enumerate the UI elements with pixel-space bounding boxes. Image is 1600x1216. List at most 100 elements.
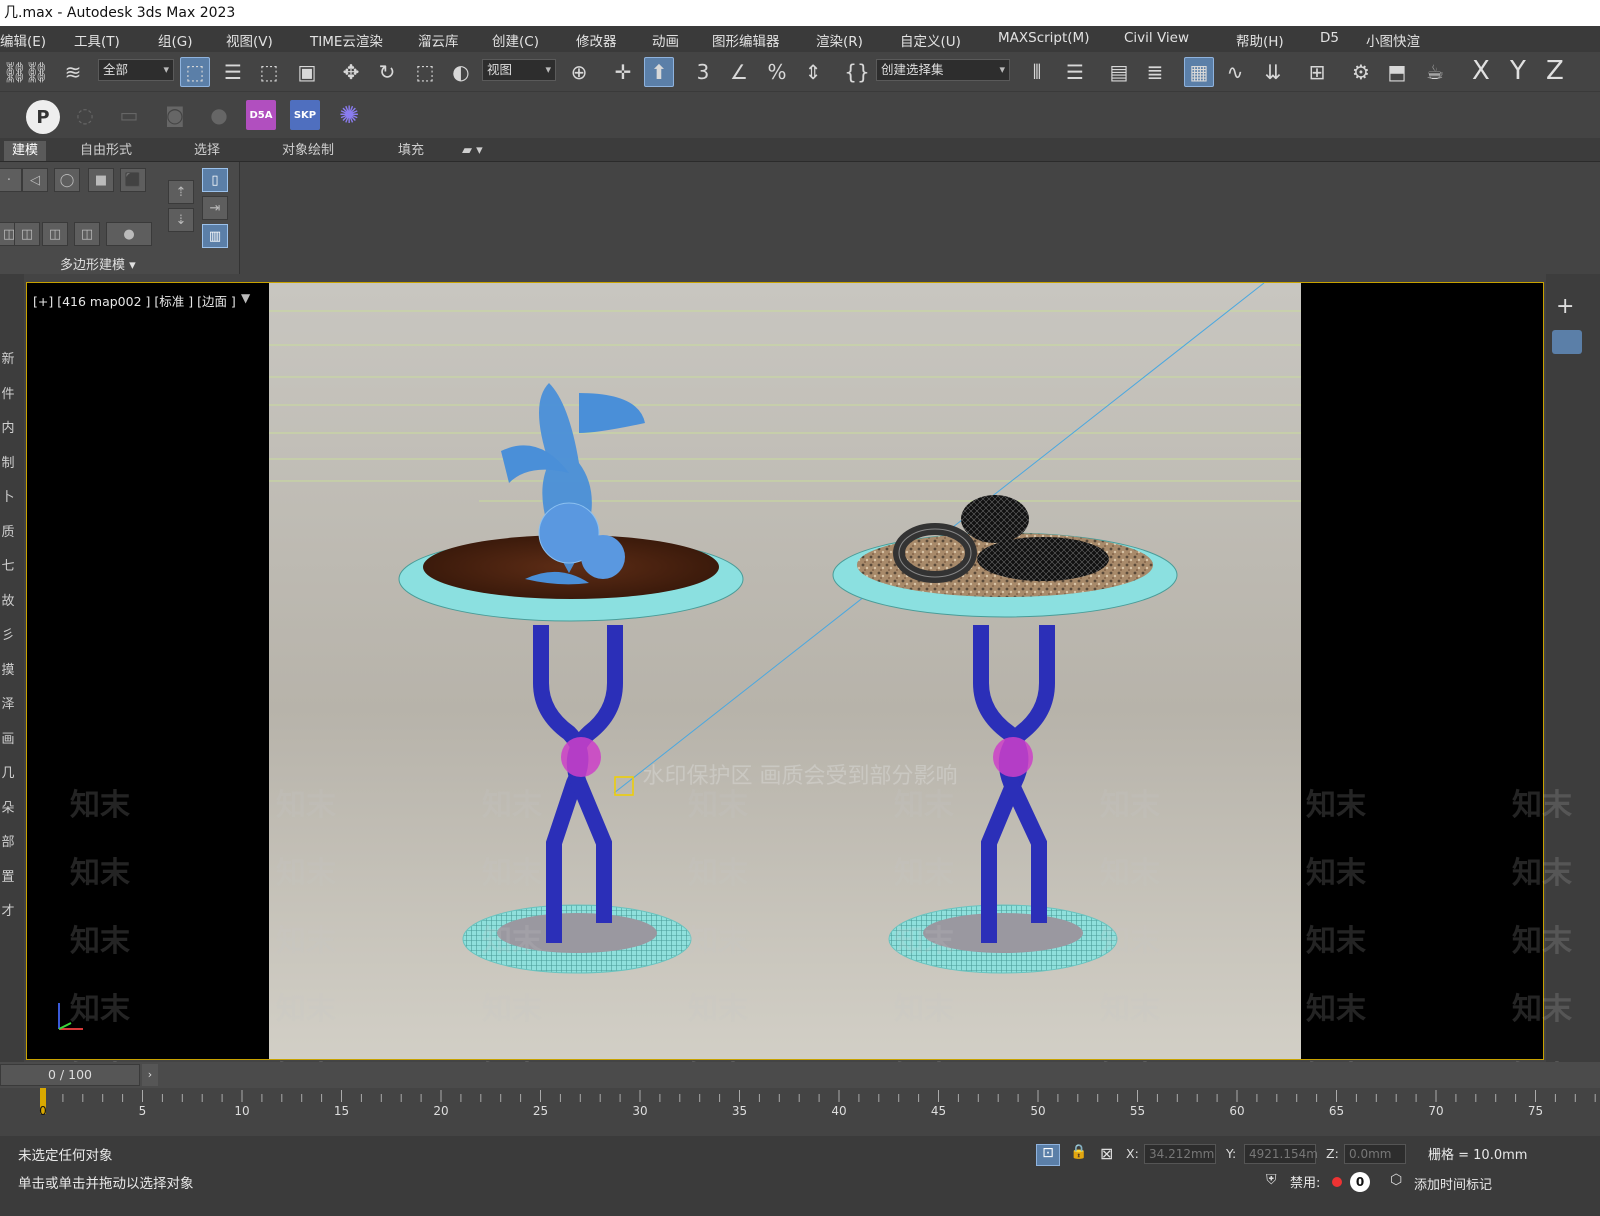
named-selection-dropdown[interactable]: 创建选择集 [876,59,1010,81]
refresh-icon[interactable]: ◌ [70,100,100,130]
constraints-icon[interactable]: ⇥ [202,196,228,220]
polygon-mode-icon[interactable]: ■ [88,168,114,192]
ignore-backfacing-icon[interactable]: ▥ [202,224,228,248]
d5a-plugin-icon[interactable]: D5A [246,100,276,130]
menu-item-1[interactable]: 工具(T) [74,30,120,50]
select-manipulate-icon[interactable]: ✛ [608,57,638,87]
menu-item-15[interactable]: D5 [1320,30,1339,46]
left-panel-item[interactable]: 摸 [0,659,16,678]
x-coord-field[interactable]: 34.212mm [1144,1144,1216,1164]
edit-poly-icon[interactable]: ◫ [14,222,40,246]
collapse-stack-icon[interactable]: ◫ [42,222,68,246]
keyboard-shortcut-override-icon[interactable]: ⬆ [644,57,674,87]
left-panel-item[interactable]: 置 [0,866,16,885]
viewport-filter-icon[interactable]: ▼ [241,291,250,305]
plugin-p-icon[interactable]: P [26,100,60,134]
isolate-selection-icon[interactable]: ⊡ [1036,1144,1060,1166]
percent-snap-icon[interactable]: % [762,57,792,87]
skp-plugin-icon[interactable]: SKP [290,100,320,130]
layer-explorer-icon[interactable]: ≣ [1140,57,1170,87]
left-panel-item[interactable]: 彡 [0,624,16,643]
record-dot-icon[interactable] [1332,1177,1342,1187]
axis-y-label[interactable]: Y [1510,56,1526,86]
perspective-viewport[interactable]: [+] [416 map002 ] [标准 ] [边面 ] ▼ [26,282,1544,1060]
dope-sheet-icon[interactable]: ⇊ [1258,57,1288,87]
show-end-result-icon[interactable]: ◫ [74,222,100,246]
move-icon[interactable]: ✥ [336,57,366,87]
y-coord-field[interactable]: 4921.154m [1244,1144,1318,1164]
lock-icon[interactable]: 🔒 [1070,1144,1087,1160]
frame-counter[interactable]: 0 / 100 [0,1064,140,1086]
rect-select-region-icon[interactable]: ⬚ [254,57,284,87]
place-icon[interactable]: ◐ [446,57,476,87]
command-panel-tab-icon[interactable] [1552,330,1582,354]
scene-render[interactable] [269,283,1301,1059]
shield-icon[interactable]: ⛨ [1266,1172,1277,1188]
reference-coordinate-dropdown[interactable]: 视图 [482,59,556,81]
chevron-right-icon[interactable]: › [142,1064,158,1086]
left-panel-item[interactable]: 新 [0,348,16,367]
selection-filter-dropdown[interactable]: 全部 [98,59,174,81]
z-coord-field[interactable]: 0.0mm [1344,1144,1406,1164]
angle-snap-icon[interactable]: ∠ [724,57,754,87]
scale-icon[interactable]: ⬚ [410,57,440,87]
track-bar[interactable]: 0 5 10 15 20 25 30 35 40 45 50 55 60 65 70 75 [0,1088,1600,1136]
rotate-icon[interactable]: ↻ [372,57,402,87]
mirror-icon[interactable]: ⫴ [1022,57,1052,87]
curve-editor-icon[interactable]: ∿ [1220,57,1250,87]
left-panel-item[interactable]: 才 [0,900,16,919]
left-panel-item[interactable]: 内 [0,417,16,436]
axis-x-label[interactable]: X [1472,56,1490,86]
select-object-icon[interactable]: ⬚ [180,57,210,87]
pivot-center-icon[interactable]: ⊕ [564,57,594,87]
menu-item-14[interactable]: 帮助(H) [1236,30,1284,50]
edge-mode-icon[interactable]: ◁ [22,168,48,192]
ribbon-toggle-icon[interactable]: ▦ [1184,57,1214,87]
tab-selection[interactable]: 选择 [186,141,228,161]
menu-item-11[interactable]: 自定义(U) [900,30,961,50]
menu-item-2[interactable]: 组(G) [158,30,193,50]
menu-item-8[interactable]: 动画 [652,30,679,50]
menu-item-10[interactable]: 渲染(R) [816,30,863,50]
show-cage-icon[interactable]: ▯ [202,168,228,192]
menu-item-7[interactable]: 修改器 [576,30,617,50]
tab-modeling[interactable]: 建模 [4,141,47,161]
left-panel-item[interactable]: 泽 [0,693,16,712]
left-panel-item[interactable]: 画 [0,728,16,747]
render-icon[interactable]: ☕ [1420,57,1450,87]
render-setup-icon[interactable]: ⬒ [1382,57,1412,87]
add-time-tag[interactable]: 添加时间标记 [1414,1174,1492,1193]
menu-item-9[interactable]: 图形编辑器 [712,30,780,50]
left-panel-item[interactable]: 质 [0,521,16,540]
axis-z-label[interactable]: Z [1546,56,1564,86]
menu-item-3[interactable]: 视图(V) [226,30,273,50]
menu-item-16[interactable]: 小图快渲 [1366,30,1420,50]
vertex-mode-icon[interactable]: · [0,168,22,192]
menu-item-6[interactable]: 创建(C) [492,30,539,50]
menu-item-0[interactable]: 编辑(E) [0,30,46,50]
left-panel-item[interactable]: 七 [0,555,16,574]
snaps-toggle-icon[interactable]: 3 [688,57,718,87]
edit-named-selection-icon[interactable]: {} [842,57,872,87]
camera-icon[interactable]: ◙ [160,100,190,130]
film-icon[interactable]: ▭ [114,100,144,130]
menu-item-12[interactable]: MAXScript(M) [998,30,1089,46]
element-mode-icon[interactable]: ⬛ [120,168,146,192]
settings-gear-icon[interactable]: ✺ [334,100,364,130]
time-tag-icon[interactable]: ⬡ [1390,1172,1402,1188]
material-editor-icon[interactable]: ⚙ [1346,57,1376,87]
scene-explorer-icon[interactable]: ▤ [1104,57,1134,87]
tab-freeform[interactable]: 自由形式 [72,141,140,161]
ribbon-options-icon[interactable]: ▰ ▾ [454,141,491,161]
use-soft-selection-icon[interactable]: ● [106,222,152,246]
create-plus-icon[interactable]: + [1556,294,1574,319]
select-by-name-icon[interactable]: ☰ [218,57,248,87]
left-panel-item[interactable]: 卜 [0,486,16,505]
preserve-uvs-icon[interactable]: ⇣ [168,208,194,232]
bind-space-warp-icon[interactable]: ≋ [58,57,88,87]
left-panel-item[interactable]: 部 [0,831,16,850]
left-panel-item[interactable]: 几 [0,762,16,781]
left-panel-item[interactable]: 故 [0,590,16,609]
ribbon-panel-label[interactable]: 多边形建模 ▾ [60,254,136,273]
menu-item-13[interactable]: Civil View [1124,30,1189,46]
